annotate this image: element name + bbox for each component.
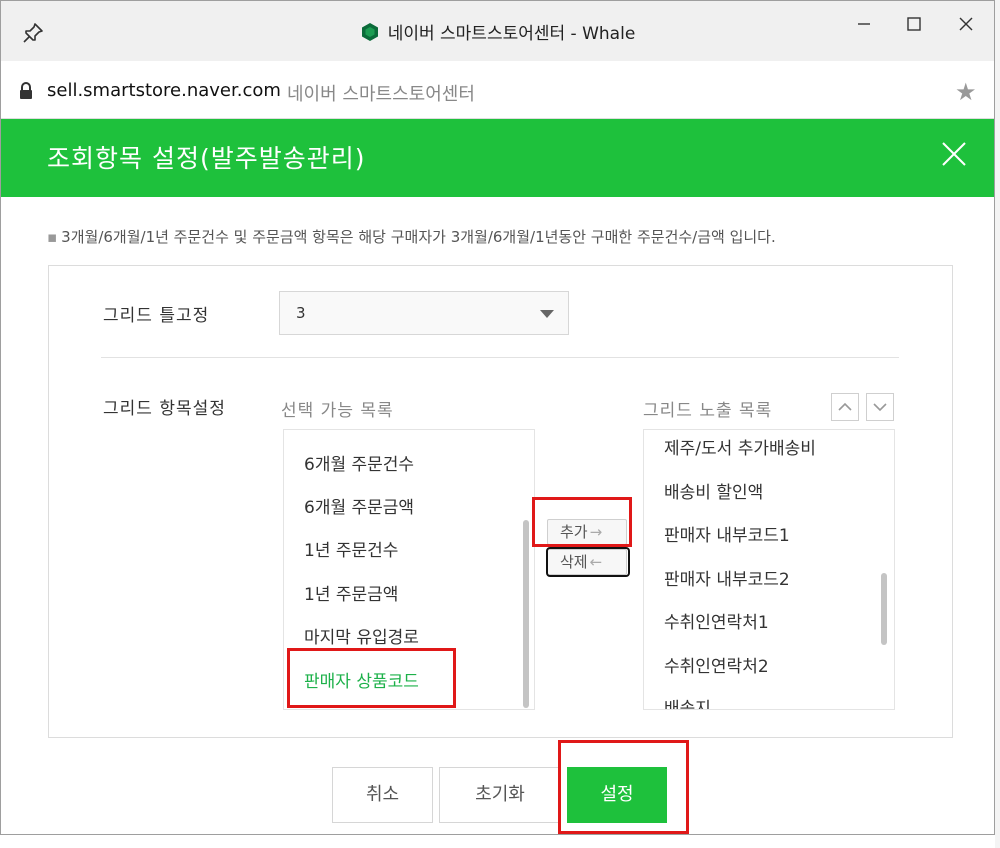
section-divider bbox=[101, 357, 899, 358]
window-title: 네이버 스마트스토어센터 - Whale bbox=[1, 19, 994, 44]
list-item[interactable]: 마지막 유입경로 bbox=[304, 623, 419, 648]
list-item[interactable]: 배송지 bbox=[664, 694, 711, 709]
grid-fix-select[interactable]: 3 bbox=[279, 291, 569, 335]
chevron-down-icon bbox=[873, 403, 887, 412]
move-down-button[interactable] bbox=[866, 393, 894, 421]
chevron-up-icon bbox=[838, 402, 852, 411]
title-bar: 네이버 스마트스토어센터 - Whale bbox=[1, 1, 994, 61]
highlight-box bbox=[287, 648, 456, 708]
list-item[interactable]: 수취인연락처2 bbox=[664, 652, 769, 677]
naver-logo-icon bbox=[361, 22, 378, 41]
highlight-box bbox=[546, 547, 630, 577]
exposed-list-label: 그리드 노출 목록 bbox=[643, 401, 773, 421]
list-item[interactable]: 1년 주문금액 bbox=[304, 580, 398, 605]
move-up-button[interactable] bbox=[831, 393, 859, 421]
cancel-button[interactable]: 취소 bbox=[332, 767, 433, 823]
exposed-list[interactable]: 제주/도서 추가배송비 배송비 할인액 판매자 내부코드1 판매자 내부코드2 … bbox=[643, 429, 895, 710]
browser-window: 네이버 스마트스토어센터 - Whale sell.smartstore.nav… bbox=[0, 0, 995, 835]
list-item[interactable]: 1년 주문건수 bbox=[304, 536, 398, 561]
highlight-box bbox=[558, 740, 689, 834]
bookmark-star-icon[interactable]: ★ bbox=[955, 78, 977, 106]
close-icon bbox=[959, 17, 973, 31]
list-item[interactable]: 제주/도서 추가배송비 bbox=[664, 434, 816, 459]
list-item[interactable]: 판매자 내부코드2 bbox=[664, 565, 790, 590]
maximize-button[interactable] bbox=[899, 9, 929, 39]
dialog-close-icon[interactable] bbox=[941, 141, 967, 167]
window-title-text: 네이버 스마트스토어센터 - Whale bbox=[387, 24, 636, 44]
list-item[interactable]: 6개월 주문금액 bbox=[304, 493, 414, 518]
grid-items-label: 그리드 항목설정 bbox=[103, 399, 226, 419]
reset-button[interactable]: 초기화 bbox=[439, 767, 561, 823]
list-item[interactable]: 배송비 할인액 bbox=[664, 478, 763, 503]
list-item[interactable]: 판매자 내부코드1 bbox=[664, 521, 790, 546]
scrollbar[interactable] bbox=[523, 520, 529, 708]
page-title-in-address: 네이버 스마트스토어센터 bbox=[287, 84, 475, 105]
dialog-header: 조회항목 설정(발주발송관리) bbox=[1, 119, 994, 197]
lock-icon bbox=[20, 82, 32, 99]
available-list-label: 선택 가능 목록 bbox=[281, 401, 394, 421]
notice-text: ▪ 3개월/6개월/1년 주문건수 및 주문금액 항목은 해당 구매자가 3개월/… bbox=[47, 226, 776, 247]
minimize-icon bbox=[858, 23, 870, 25]
close-window-button[interactable] bbox=[951, 9, 981, 39]
chevron-down-icon bbox=[540, 310, 554, 318]
minimize-button[interactable] bbox=[849, 9, 879, 39]
list-item[interactable]: 6개월 주문건수 bbox=[304, 450, 414, 475]
grid-fix-value: 3 bbox=[296, 304, 306, 322]
dialog-title: 조회항목 설정(발주발송관리) bbox=[47, 144, 366, 173]
highlight-box bbox=[532, 497, 632, 547]
maximize-icon bbox=[907, 17, 921, 31]
bullet-icon: ▪ bbox=[47, 228, 58, 246]
url-text[interactable]: sell.smartstore.naver.com bbox=[47, 80, 281, 101]
notice-label: 3개월/6개월/1년 주문건수 및 주문금액 항목은 해당 구매자가 3개월/6… bbox=[61, 228, 776, 246]
background-window-edge bbox=[995, 0, 1000, 848]
scrollbar[interactable] bbox=[881, 573, 887, 645]
grid-fix-label: 그리드 틀고정 bbox=[103, 306, 210, 326]
list-item[interactable]: 수취인연락처1 bbox=[664, 608, 769, 633]
